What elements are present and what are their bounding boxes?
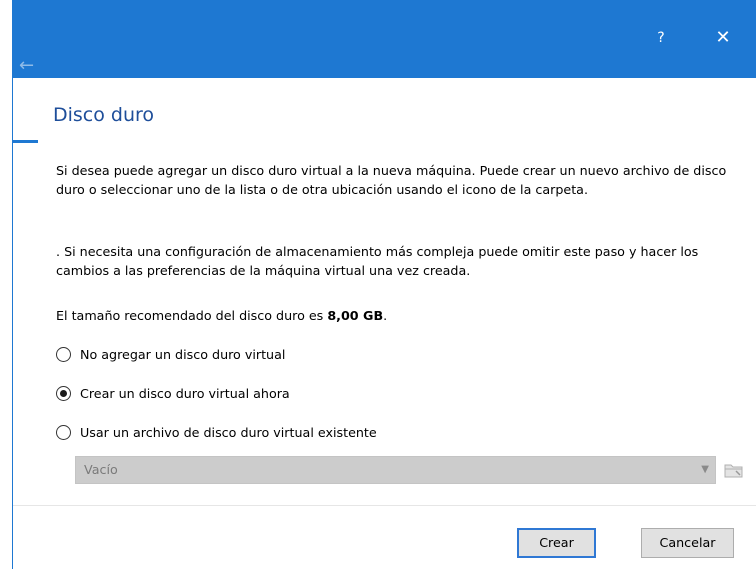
title-bar: ← ? ✕: [13, 0, 756, 78]
option-existing-disk-label: Usar un archivo de disco duro virtual ex…: [80, 424, 377, 440]
create-button[interactable]: Crear: [517, 528, 596, 558]
option-no-disk-label: No agregar un disco duro virtual: [80, 346, 286, 362]
radio-no-disk[interactable]: [56, 346, 71, 362]
option-no-disk[interactable]: No agregar un disco duro virtual: [56, 343, 285, 365]
folder-icon[interactable]: [723, 460, 745, 480]
radio-existing-disk[interactable]: [56, 424, 71, 440]
chevron-down-icon[interactable]: ▼: [701, 457, 709, 483]
disk-file-select[interactable]: Vacío ▼: [75, 456, 716, 484]
cancel-button[interactable]: Cancelar: [641, 528, 734, 558]
intro-text: Si desea puede agregar un disco duro vir…: [56, 163, 727, 197]
advanced-text: . Si necesita una configuración de almac…: [56, 244, 699, 278]
recommended-suffix: .: [383, 308, 388, 323]
option-existing-disk[interactable]: Usar un archivo de disco duro virtual ex…: [56, 421, 377, 443]
disk-file-select-value: Vacío: [84, 462, 118, 477]
radio-create-disk[interactable]: [56, 385, 71, 401]
option-create-disk[interactable]: Crear un disco duro virtual ahora: [56, 382, 290, 404]
back-arrow-icon[interactable]: ←: [19, 56, 47, 76]
recommended-size-value: 8,00 GB: [327, 308, 384, 323]
wizard-window: ← ? ✕ Disco duro Si desea puede agregar …: [12, 0, 756, 569]
close-button[interactable]: ✕: [699, 24, 747, 52]
page-title: Disco duro: [53, 104, 155, 126]
recommended-prefix: El tamaño recomendado del disco duro es: [56, 308, 328, 323]
recommended-size-text: El tamaño recomendado del disco duro es …: [56, 306, 752, 325]
accent-bar: [12, 140, 38, 143]
footer-divider: [13, 505, 756, 506]
option-create-disk-label: Crear un disco duro virtual ahora: [80, 385, 290, 401]
help-button[interactable]: ?: [637, 24, 685, 52]
